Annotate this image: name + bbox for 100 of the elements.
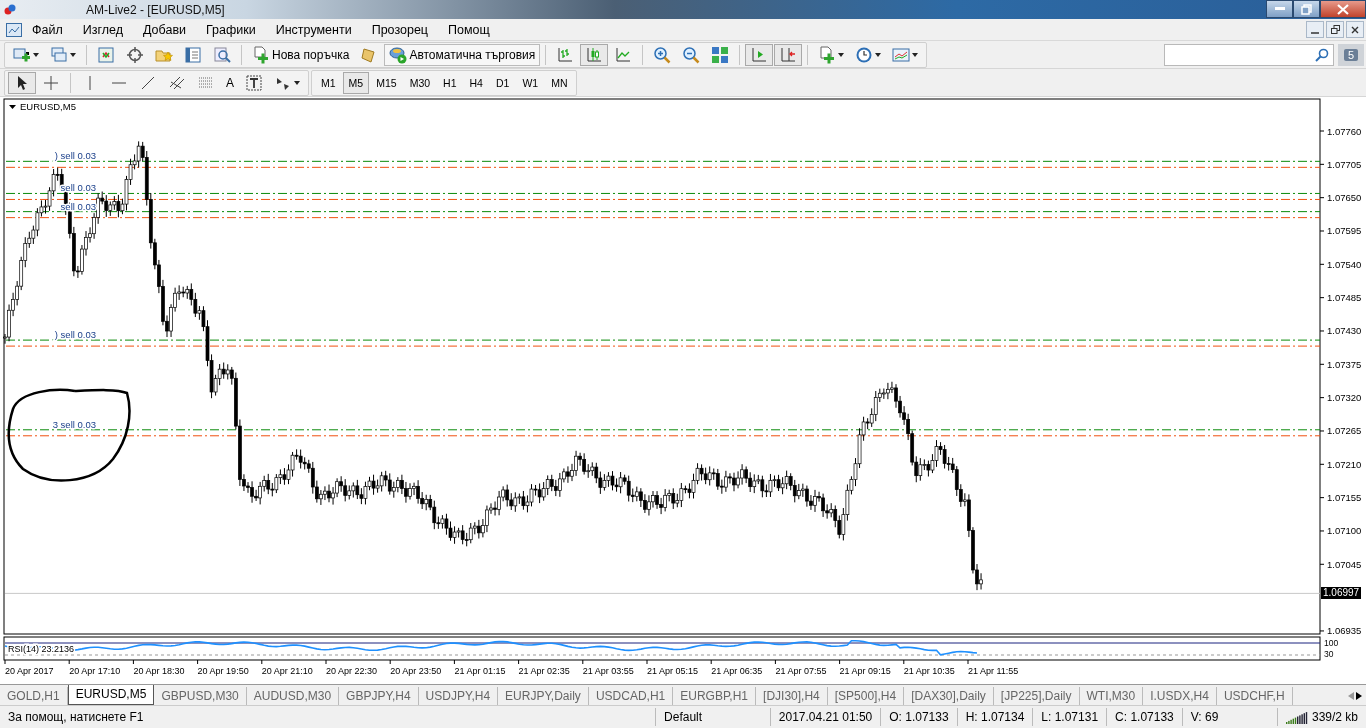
timeframe-button[interactable]: H4 [463,71,489,94]
chart-app-icon [6,22,22,37]
order-label: 3 sell 0.03 [52,418,96,430]
document-plus-icon [252,45,270,64]
time-label: 21 Apr 07:55 [775,665,827,676]
time-label: 21 Apr 10:35 [903,665,955,676]
zoom-out-icon [682,45,701,64]
chart-tab[interactable]: [SP500],H4 [827,686,905,705]
chart-tab[interactable]: [DAX30],Daily [904,686,994,705]
price-label: 1.07210 [1327,458,1362,470]
time-label: 20 Apr 23:50 [390,665,442,676]
status-volume: V: 69 [1182,707,1278,726]
minimize-icon [1274,7,1285,11]
timeframe-button[interactable]: M30 [403,71,437,94]
timeframe-button[interactable]: M1 [315,71,342,94]
restore-button[interactable] [1326,21,1344,39]
close-icon [1351,25,1359,34]
menu-item[interactable]: Файл [22,20,73,39]
timeframe-button[interactable]: D1 [489,71,516,94]
timeframe-button[interactable]: W1 [516,71,545,94]
price-label: 1.07375 [1327,358,1362,370]
time-label: 20 Apr 17:10 [69,665,121,676]
chart-tab[interactable]: USDJPY,H4 [418,686,499,705]
time-label: 20 Apr 19:50 [197,665,249,676]
price-label: 1.07595 [1327,225,1362,237]
status-profile: Default [656,707,771,726]
chart-tab[interactable]: GOLD,H1 [0,686,68,705]
menu-item[interactable]: Графики [196,20,266,39]
time-label: 20 Apr 18:30 [133,665,185,676]
chart-tab[interactable]: [DJI30],H4 [756,686,828,705]
menu-item[interactable]: Изглед [72,20,133,39]
minimize-button[interactable] [1266,0,1293,18]
chart-tab[interactable]: I.USDX,H4 [1143,686,1217,705]
timeframe-button[interactable]: MN [545,71,574,94]
window-title: AM-Live2 - [EURUSD,M5] [86,2,226,17]
status-open: O: 1.07133 [881,707,958,726]
price-label: 1.07760 [1327,125,1362,137]
horizontal-line-icon [112,81,126,84]
menu-item[interactable]: Добави [133,20,196,39]
candles-button[interactable] [580,43,609,66]
price-label: 1.06935 [1327,625,1362,637]
price-label: 1.07540 [1327,258,1362,270]
order-label: ) sell 0.03 [54,150,96,162]
menu-item[interactable]: Помощ [438,20,500,39]
chart-template-icon [892,45,911,64]
search-field[interactable] [1164,43,1334,66]
chart-tab[interactable]: EURUSD,M5 [67,684,155,705]
windows-icon [50,45,68,64]
caret-icon [912,52,919,57]
chart-tab[interactable]: WTI,M30 [1079,686,1144,705]
timeframe-button[interactable]: M5 [342,71,370,94]
auto-trading-button[interactable]: Автоматична търговия [384,43,541,66]
play-axis-icon [750,45,769,64]
bar-chart-icon [556,45,575,64]
status-help-text: За помощ, натиснете F1 [0,707,657,726]
price-label: 1.07320 [1327,392,1362,404]
chat-button[interactable]: 5 [1338,43,1364,66]
time-label: 21 Apr 02:35 [518,665,570,676]
minimize-icon [1311,31,1319,34]
cursor-button[interactable] [8,71,36,94]
time-label: 20 Apr 2017 [5,665,54,676]
restore-icon [1301,3,1312,15]
robot-hat-play-icon [389,45,408,64]
chart-tab[interactable]: EURJPY,Daily [498,686,589,705]
shift-axis-icon [779,45,798,64]
close-button[interactable] [1346,21,1364,39]
chart-tab[interactable]: [JP225],Daily [993,686,1080,705]
time-label: 21 Apr 09:15 [839,665,891,676]
minimize-button[interactable] [1306,21,1324,39]
time-label: 21 Apr 11:55 [968,665,1019,676]
time-label: 21 Apr 01:15 [454,665,506,676]
restore-button[interactable] [1293,0,1320,18]
chart-tab[interactable]: AUDUSD,M30 [246,686,340,705]
document-plus-icon [818,45,837,64]
caret-icon [294,80,300,85]
caret-icon [70,52,76,57]
scroll-right-icon[interactable] [1356,691,1362,700]
price-label: 1.07045 [1327,558,1362,570]
app-icon [4,3,16,16]
chart-tab[interactable]: USDCHF,H [1216,686,1293,705]
restore-icon [1330,25,1340,35]
menu-item[interactable]: Прозорец [361,20,439,39]
new-order-button[interactable]: Нова поръчка [247,43,355,66]
status-time: 2017.04.21 01:50 [770,707,882,726]
shift-button[interactable] [774,43,803,66]
chart-tab[interactable]: EURGBP,H1 [673,686,757,705]
autoscroll-button[interactable] [745,43,774,66]
collapse-triangle-icon [9,104,16,109]
timeframe-button[interactable]: M15 [370,71,403,94]
price-label: 1.07100 [1327,525,1362,537]
chart-tab[interactable]: GBPUSD,M30 [154,686,247,705]
text-button[interactable]: A [221,71,239,94]
zoom-in-icon [653,45,672,64]
chart-tab[interactable]: USDCAD,H1 [588,686,674,705]
close-button[interactable] [1320,0,1366,18]
timeframe-button[interactable]: H1 [437,71,463,94]
chart-title: EURUSD,M5 [20,100,76,112]
chart-tab[interactable]: GBPJPY,H4 [339,686,419,705]
menu-item[interactable]: Инструменти [265,20,362,39]
data-window-icon [184,45,202,64]
